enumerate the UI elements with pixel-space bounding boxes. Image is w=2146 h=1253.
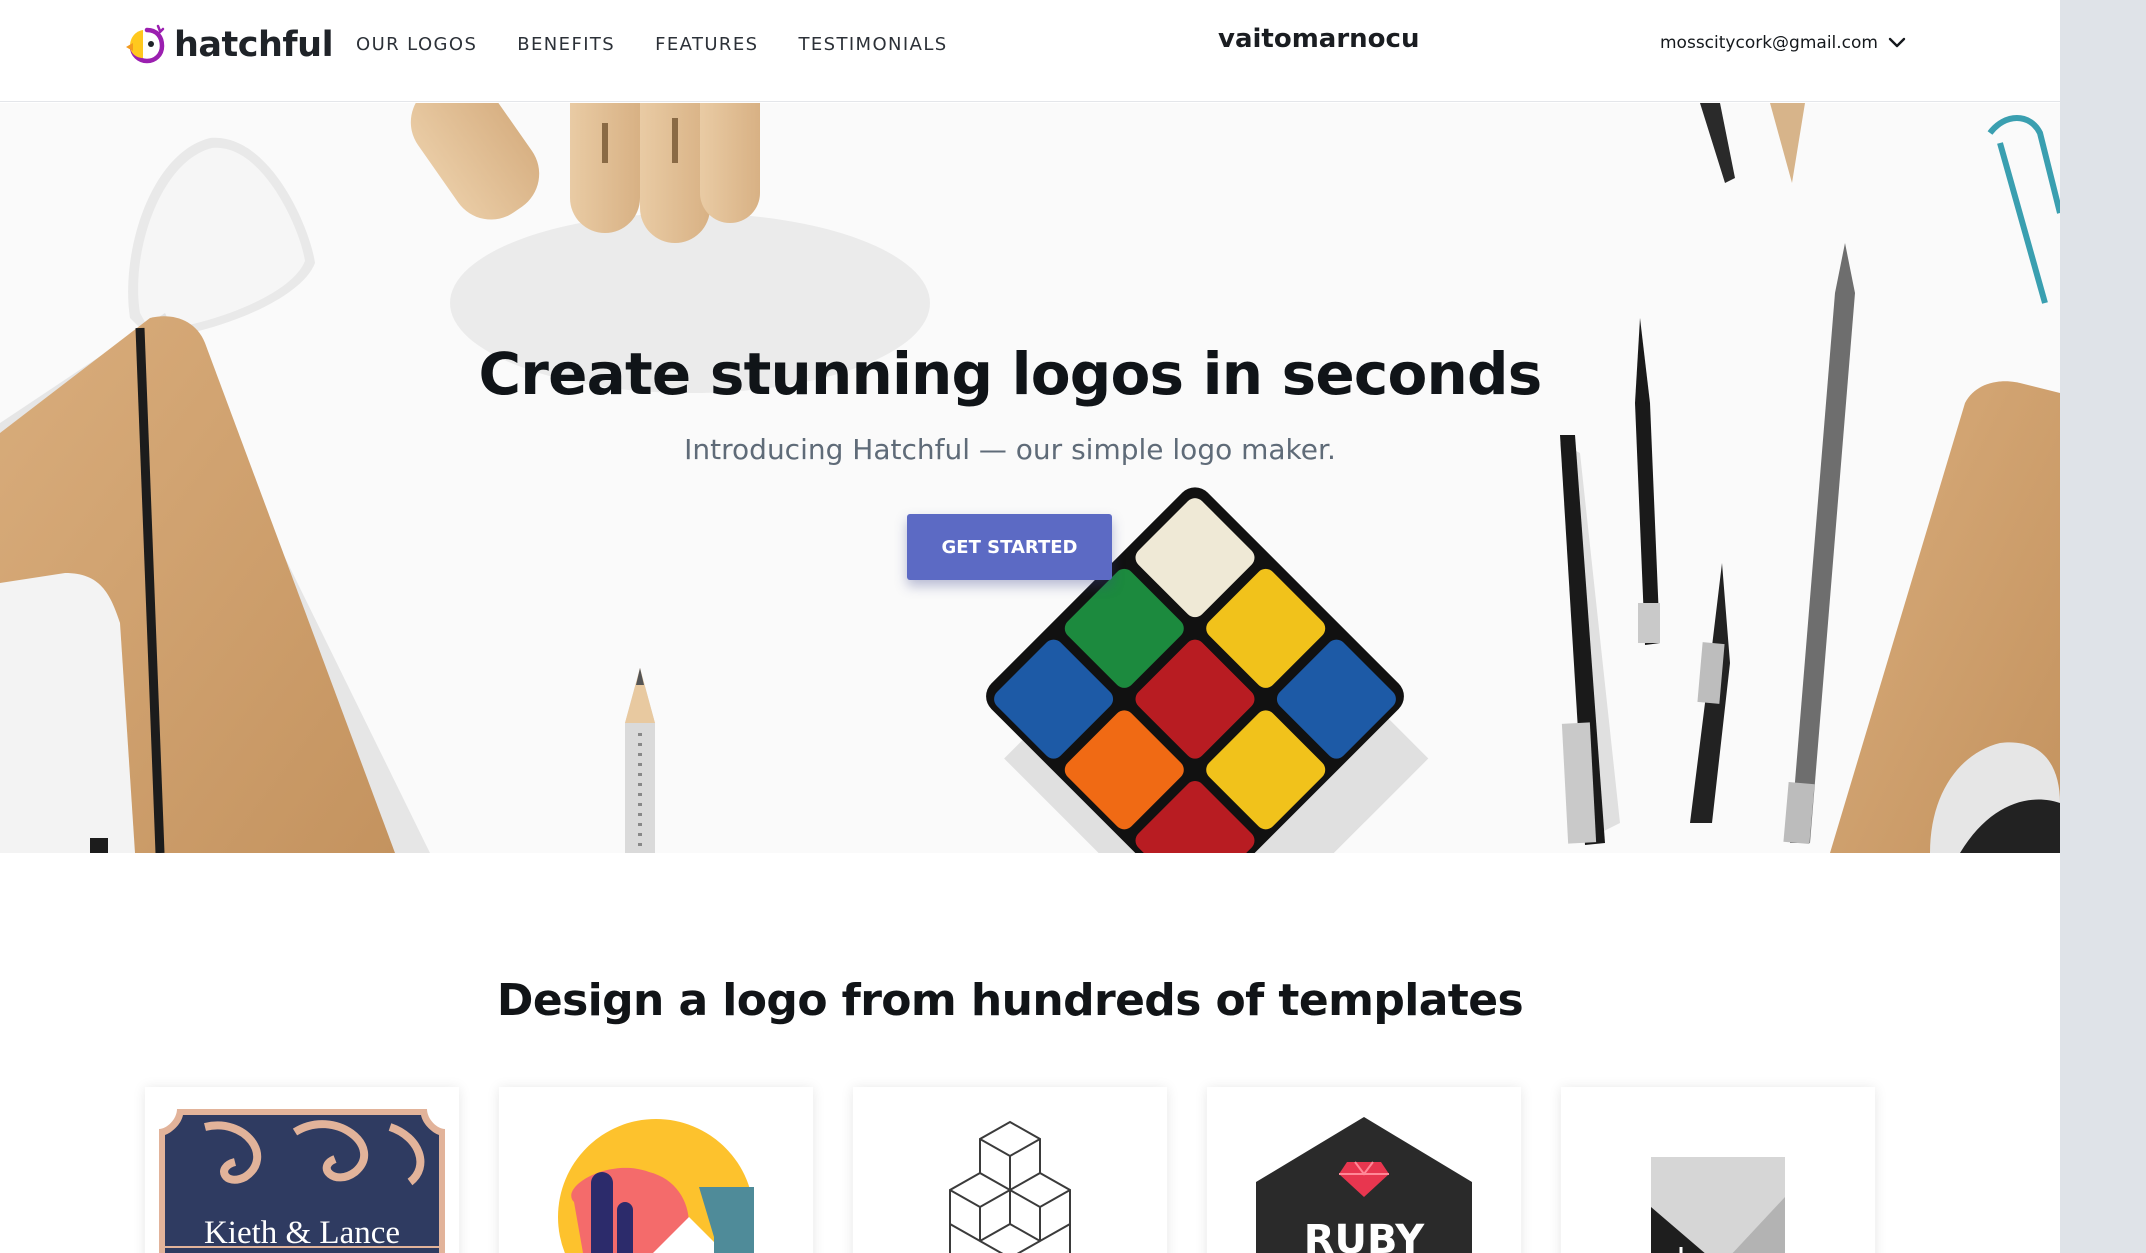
top-header: hatchful OUR LOGOS BENEFITS FEATURES TES… <box>0 0 2060 102</box>
hero-desk-illustration <box>0 103 2060 853</box>
nav-our-logos[interactable]: OUR LOGOS <box>356 30 477 60</box>
get-started-button[interactable]: GET STARTED <box>907 514 1112 580</box>
nav-testimonials[interactable]: TESTIMONIALS <box>798 30 947 60</box>
brand-name: hatchful <box>174 25 334 65</box>
nav-benefits[interactable]: BENEFITS <box>517 30 615 60</box>
hero-title: Create stunning logos in seconds <box>478 340 1543 408</box>
brand-logo[interactable]: hatchful <box>124 22 334 68</box>
template-card-text: Kieth & Lance <box>203 1215 401 1251</box>
account-email: mosscitycork@gmail.com <box>1660 33 1878 53</box>
hero-section: Create stunning logos in seconds Introdu… <box>0 103 2060 853</box>
geometric-stripes-logo-icon <box>1651 1157 1785 1253</box>
pens-icon <box>1560 103 1855 845</box>
template-card-kieth-lance[interactable]: Kieth & Lance <box>145 1087 459 1253</box>
page: hatchful OUR LOGOS BENEFITS FEATURES TES… <box>0 0 2060 1253</box>
chevron-down-icon <box>1888 37 1906 48</box>
paperclip-icon <box>1987 115 2060 304</box>
browser-gutter <box>2060 0 2146 1253</box>
template-card-geometric[interactable] <box>1561 1087 1875 1253</box>
template-card-text: RUBY <box>1303 1217 1425 1253</box>
hero-subtitle: Introducing Hatchful — our simple logo m… <box>684 433 1336 466</box>
nav-features[interactable]: FEATURES <box>655 30 758 60</box>
template-card-circle-house[interactable] <box>499 1087 813 1253</box>
eraser-icon <box>128 137 315 338</box>
hatchful-chick-icon <box>126 24 165 64</box>
template-card-isometric-cubes[interactable] <box>853 1087 1167 1253</box>
main-nav: OUR LOGOS BENEFITS FEATURES TESTIMONIALS <box>356 30 988 60</box>
isometric-cubes-logo-icon <box>949 1120 1071 1253</box>
account-menu[interactable]: mosscitycork@gmail.com <box>1660 33 1906 53</box>
store-name: vaitomarnocu <box>1218 24 1420 54</box>
template-cards: Kieth & Lance RUBY <box>145 1087 1915 1253</box>
pencil-icon <box>625 668 655 853</box>
templates-title: Design a logo from hundreds of templates <box>496 975 1524 1026</box>
template-card-ruby[interactable]: RUBY <box>1207 1087 1521 1253</box>
circle-house-logo-icon <box>558 1119 754 1253</box>
